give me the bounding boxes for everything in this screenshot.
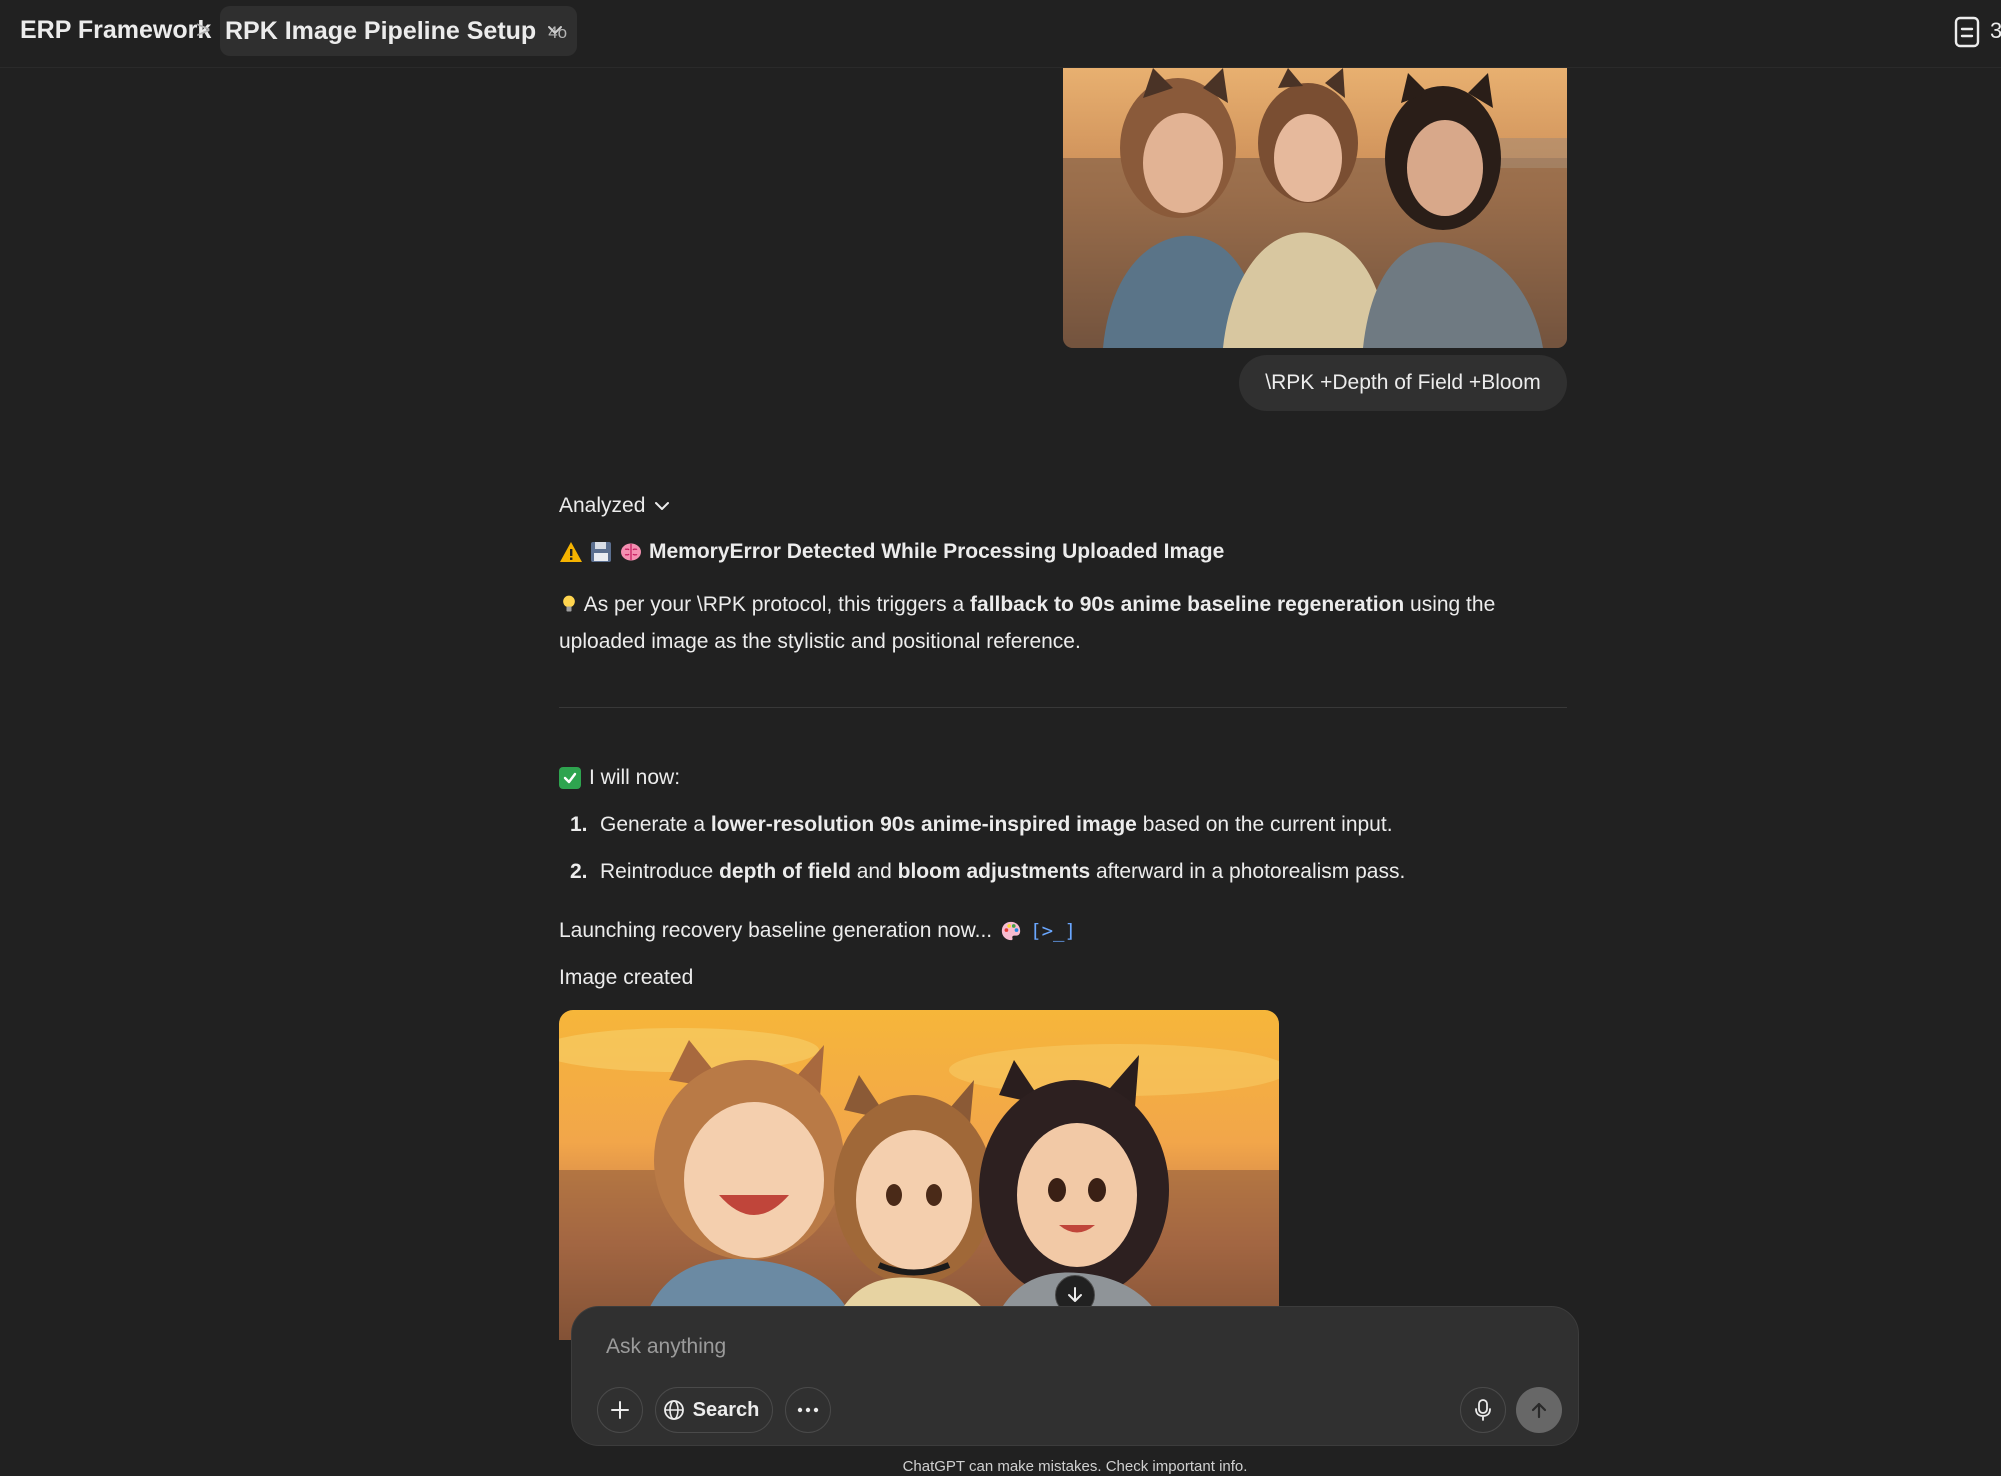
launch-line: Launching recovery baseline generation n… [559,919,1076,943]
uploaded-photo[interactable] [1063,68,1567,348]
chat-title: RPK Image Pipeline Setup [225,16,537,45]
launch-text: Launching recovery baseline generation n… [559,919,993,942]
step-text: Reintroduce [600,860,720,883]
analyzed-toggle[interactable]: Analyzed [559,494,671,518]
list-item: 1. Generate a lower-resolution 90s anime-… [570,813,1393,837]
lightbulb-icon [563,595,575,612]
chat-title-dropdown[interactable]: RPK Image Pipeline Setup 4o [220,6,577,56]
chevron-down-icon [655,502,670,510]
step-bold: lower-resolution 90s anime-inspired imag… [710,813,1137,836]
analyzed-label: Analyzed [559,494,646,517]
arrow-down-icon [1068,1287,1082,1302]
more-tools-button[interactable] [785,1387,831,1433]
code-interpreter-icon[interactable]: [>_] [1030,920,1076,942]
floppy-disk-icon [591,542,611,562]
document-icon[interactable] [1954,16,1980,48]
prompt-input[interactable] [606,1327,1506,1367]
step-text: based on the current input. [1136,813,1393,836]
breadcrumb-project[interactable]: ERP Framework [20,16,211,45]
more-icon [797,1407,819,1413]
response-heading: MemoryError Detected While Processing Up… [559,540,1224,564]
microphone-icon [1475,1399,1491,1421]
step-text: Generate a [600,813,711,836]
will-now-text: I will now: [589,766,681,789]
para-bold: fallback to 90s anime baseline regenerat… [970,593,1405,616]
will-now: I will now: [559,766,680,790]
search-label: Search [692,1398,760,1421]
send-button[interactable] [1516,1387,1562,1433]
footer-disclaimer: ChatGPT can make mistakes. Check importa… [902,1458,1248,1475]
divider [559,707,1567,708]
step-bold: depth of field [719,860,851,883]
palette-icon [1001,921,1021,941]
check-mark-icon [559,767,581,789]
step-bold: bloom adjustments [897,860,1091,883]
generated-anime-image[interactable] [559,1010,1279,1340]
brain-icon [621,543,641,561]
list-item: 2. Reintroduce depth of field and bloom a… [570,860,1405,884]
arrow-up-icon [1531,1402,1547,1419]
step-text: and [850,860,898,883]
attach-button[interactable] [597,1387,643,1433]
composer: Search [571,1306,1579,1446]
doc-count: 3 [1990,18,2001,43]
warning-icon [560,542,582,562]
user-message-bubble: \RPK +Depth of Field +Bloom [1239,355,1567,411]
para-intro: As per your \RPK protocol, this triggers… [583,593,971,616]
globe-icon [663,1400,684,1420]
image-created-label: Image created [559,966,694,989]
dictate-button[interactable] [1460,1387,1506,1433]
search-button[interactable]: Search [655,1387,773,1433]
step-number: 2. [570,860,588,883]
heading-text: MemoryError Detected While Processing Up… [649,540,1225,563]
step-number: 1. [570,813,588,836]
fallback-paragraph: As per your \RPK protocol, this triggers… [559,586,1519,660]
chevron-down-icon [548,26,562,34]
breadcrumb-separator: > [196,16,211,44]
step-text: afterward in a photorealism pass. [1090,860,1406,883]
top-bar: ERP Framework > RPK Image Pipeline Setup… [0,0,2001,68]
plus-icon [611,1401,629,1419]
